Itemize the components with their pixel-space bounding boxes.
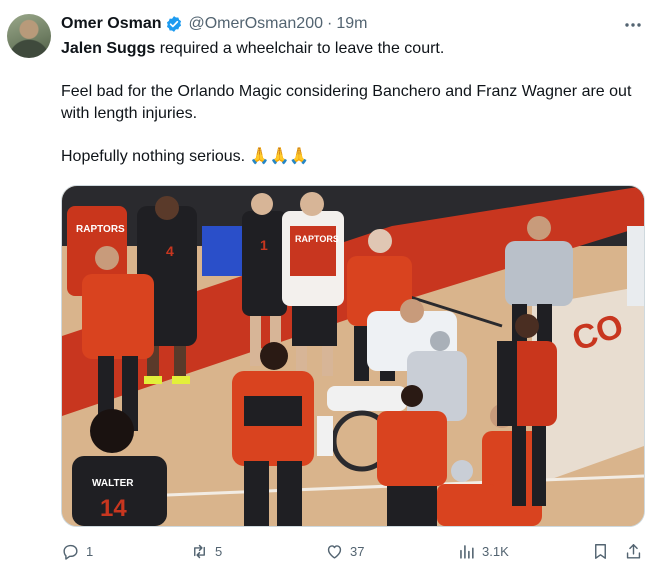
jersey-text-1: RAPTORS	[76, 224, 125, 235]
view-count: 3.1K	[482, 543, 509, 559]
like-button[interactable]: 37	[325, 540, 364, 562]
views-button[interactable]: 3.1K	[457, 540, 509, 562]
verified-badge-icon	[167, 16, 182, 32]
heart-icon	[327, 544, 342, 559]
separator-dot: ·	[327, 15, 333, 32]
timestamp[interactable]: 19m	[336, 15, 367, 33]
author-name[interactable]: Omer Osman	[61, 15, 161, 33]
share-button[interactable]	[624, 540, 649, 562]
reply-count: 1	[86, 543, 94, 559]
tweet-actions: 1 5 37 3.1K	[61, 540, 646, 562]
views-chart-icon	[460, 544, 474, 559]
tweet-card[interactable]: Omer Osman @OmerOsman200 · 19m Jalen Sug…	[0, 0, 660, 571]
tweet-line-1-rest: required a wheelchair to leave the court…	[155, 40, 445, 57]
jersey-text-2: RAPTORS	[295, 234, 339, 244]
basketball-court-photo: CO 4 RAPTORS 1 RAPTORS WALTER 14	[62, 186, 644, 526]
tweet-header: Omer Osman @OmerOsman200 · 19m	[61, 14, 367, 34]
retweet-icon	[194, 544, 205, 558]
jersey-number-2: 1	[260, 237, 268, 253]
mention-jalen-suggs: Jalen Suggs	[61, 40, 156, 57]
reply-button[interactable]: 1	[61, 540, 93, 562]
tweet-paragraph-2: Feel bad for the Orlando Magic consideri…	[61, 83, 632, 122]
bookmark-icon	[595, 543, 606, 559]
jersey-number-3: 14	[100, 495, 127, 522]
retweet-count: 5	[215, 543, 223, 559]
tweet-paragraph-3: Hopefully nothing serious. 🙏🙏🙏	[61, 148, 310, 165]
reply-icon	[63, 544, 78, 560]
like-count: 37	[350, 543, 365, 559]
jersey-number-1: 4	[166, 243, 174, 259]
avatar[interactable]	[7, 14, 51, 58]
tweet-text: Jalen Suggs required a wheelchair to lea…	[61, 38, 646, 168]
tweet-line-1: Jalen Suggs required a wheelchair to lea…	[61, 38, 646, 60]
share-icon	[626, 543, 641, 559]
retweet-button[interactable]: 5	[190, 540, 222, 562]
author-handle[interactable]: @OmerOsman200	[188, 15, 323, 33]
bookmark-button[interactable]	[591, 540, 616, 562]
more-options-icon[interactable]	[622, 14, 644, 36]
jersey-text-3: WALTER	[92, 478, 134, 489]
tweet-photo[interactable]: CO 4 RAPTORS 1 RAPTORS WALTER 14	[61, 185, 645, 527]
